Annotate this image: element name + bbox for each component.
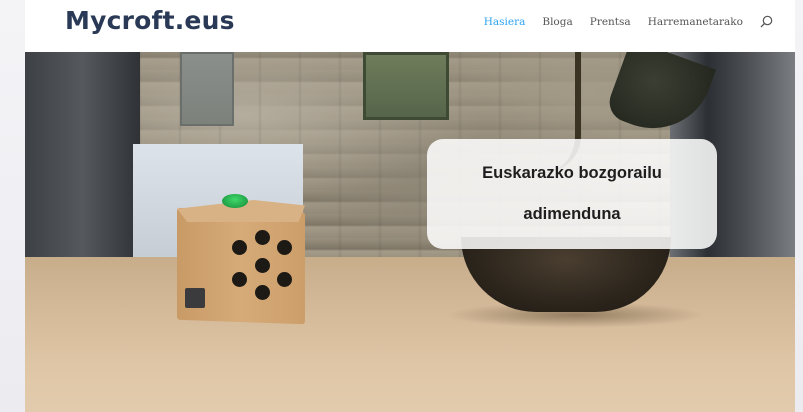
nav-item-hasiera[interactable]: Hasiera [484,16,526,28]
speaker-hole [255,258,270,273]
hero-heading-line-1: Euskarazko bozgorailu [482,164,662,182]
site-header: Mycroft.eus Hasiera Bloga Prentsa Harrem… [25,0,795,52]
hero-heading-line-2: adimenduna [523,205,621,223]
page-margin-left [0,0,25,412]
site-logo[interactable]: Mycroft.eus [65,6,235,35]
speaker-hole [255,230,270,245]
mycroft-speaker-device [177,194,305,325]
search-icon[interactable] [760,15,773,28]
wooden-table [25,257,795,412]
speaker-port [185,288,205,308]
background-window [363,52,449,120]
speaker-hole [255,285,270,300]
nav-item-bloga[interactable]: Bloga [542,16,572,28]
nav-item-harremanetarako[interactable]: Harremanetarako [648,16,743,28]
hero-banner: Euskarazko bozgorailu adimenduna [25,52,795,412]
speaker-green-button [222,194,248,208]
main-nav: Hasiera Bloga Prentsa Harremanetarako [484,15,773,28]
speaker-hole [232,240,247,255]
hero-heading-card: Euskarazko bozgorailu adimenduna [427,139,717,249]
window-frame-left [25,52,140,262]
background-window-left [180,52,234,126]
speaker-hole [277,240,292,255]
speaker-hole [277,272,292,287]
nav-item-prentsa[interactable]: Prentsa [590,16,631,28]
speaker-hole [232,272,247,287]
